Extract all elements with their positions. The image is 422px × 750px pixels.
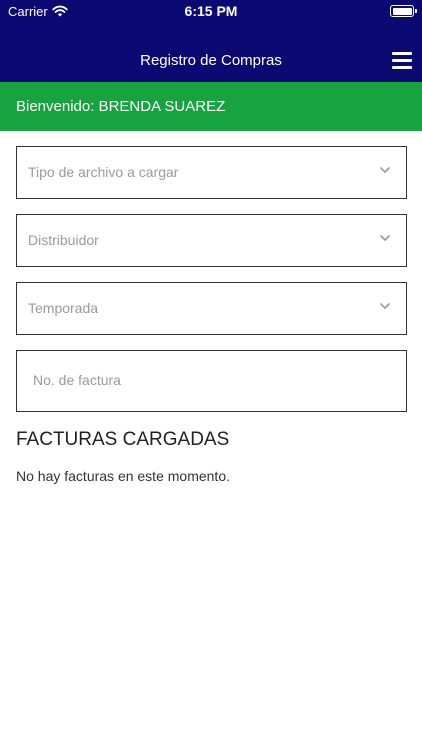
section-title: FACTURAS CARGADAS: [16, 429, 230, 450]
factura-placeholder: No. de factura: [33, 372, 121, 388]
distribuidor-placeholder: Distribuidor: [28, 232, 99, 248]
top-header: Carrier 6:15 PM Registro de Compras: [0, 0, 422, 82]
empty-message: No hay facturas en este momento.: [16, 468, 230, 484]
temporada-select[interactable]: Temporada: [16, 282, 407, 335]
factura-input[interactable]: No. de factura: [16, 350, 407, 412]
welcome-banner: Bienvenido: BRENDA SUAREZ: [0, 82, 422, 131]
menu-bar-icon: [392, 66, 412, 69]
menu-bar-icon: [392, 52, 412, 55]
page-title: Registro de Compras: [140, 52, 282, 69]
tipo-archivo-placeholder: Tipo de archivo a cargar: [28, 164, 179, 180]
menu-bar-icon: [392, 59, 412, 62]
tipo-archivo-select[interactable]: Tipo de archivo a cargar: [16, 146, 407, 199]
distribuidor-select[interactable]: Distribuidor: [16, 214, 407, 267]
battery-icon: [390, 5, 417, 17]
temporada-placeholder: Temporada: [28, 300, 99, 316]
chevron-down-icon: [380, 167, 390, 173]
chevron-down-icon: [380, 303, 390, 309]
chevron-down-icon: [380, 235, 390, 241]
welcome-text: Bienvenido: BRENDA SUAREZ: [16, 98, 226, 115]
status-bar: Carrier 6:15 PM: [0, 0, 422, 24]
menu-button[interactable]: [392, 52, 412, 70]
status-time: 6:15 PM: [184, 3, 238, 19]
